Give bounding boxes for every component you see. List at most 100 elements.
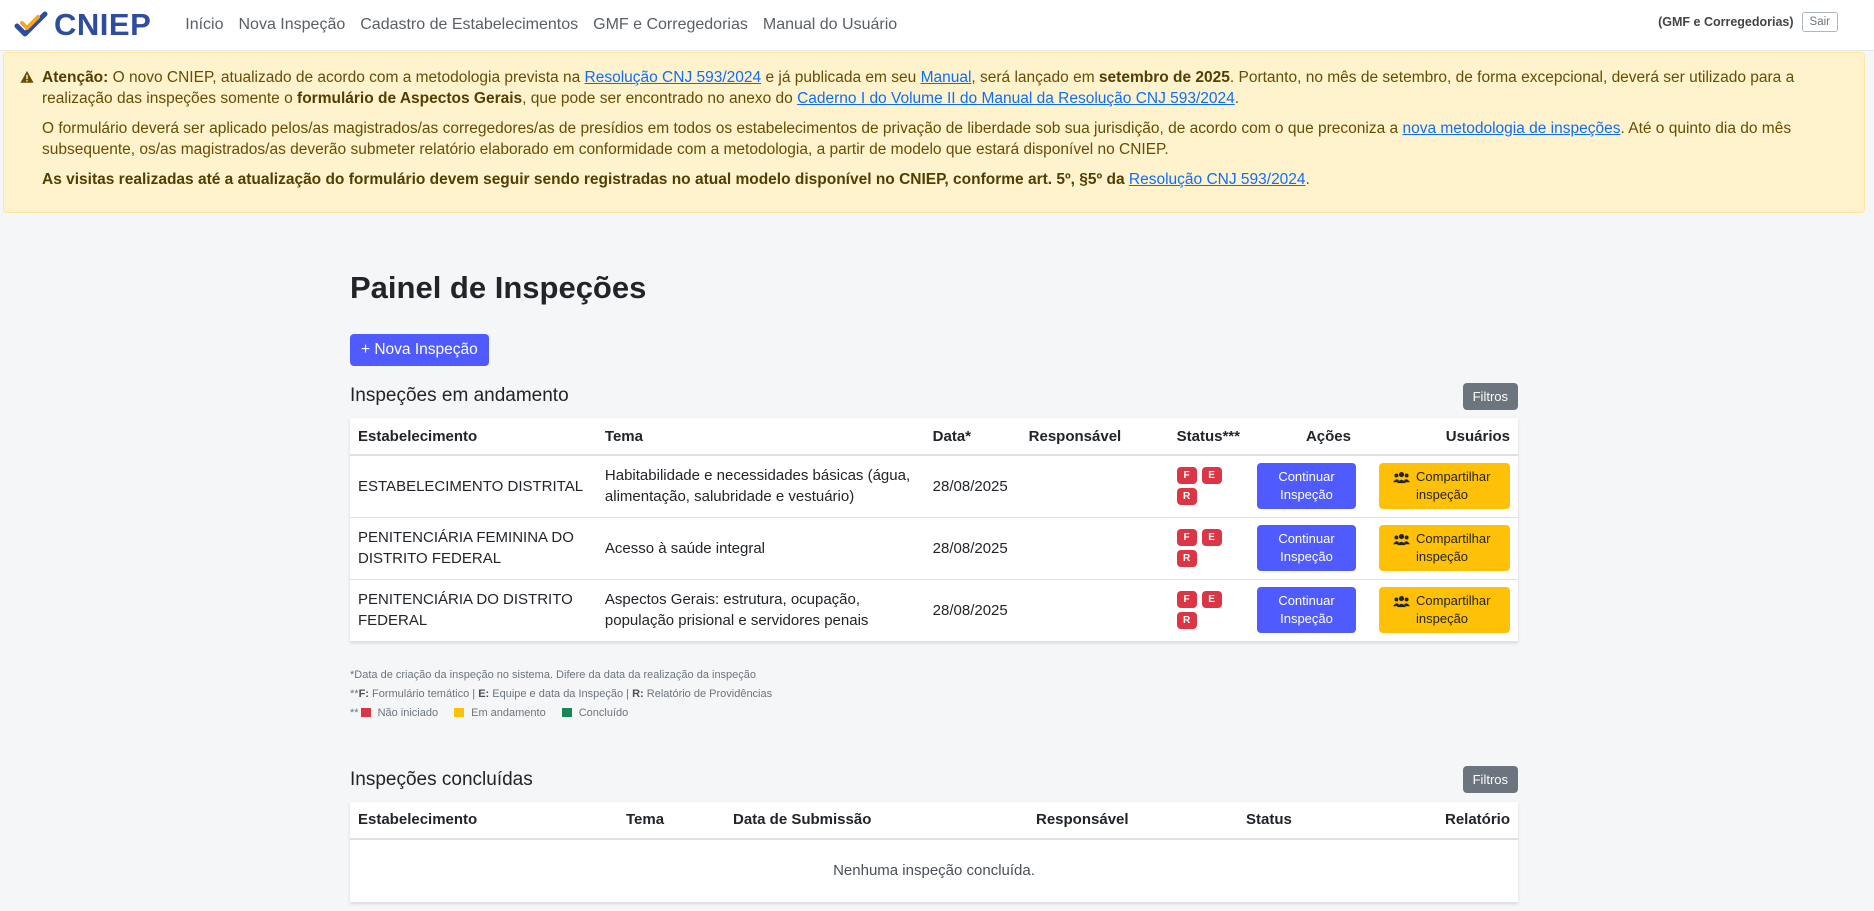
- nav-link-cadastro[interactable]: Cadastro de Estabelecimentos: [360, 16, 578, 34]
- nav-link-gmf[interactable]: GMF e Corregedorias: [593, 16, 748, 34]
- share-label: Compartilhar inspeção: [1416, 531, 1491, 564]
- footnote-prefix: **: [350, 706, 359, 719]
- alert-bold: setembro de 2025: [1098, 69, 1230, 86]
- share-inspection-button[interactable]: Compartilhar inspeção: [1379, 525, 1510, 571]
- col-data[interactable]: Data*: [924, 418, 1021, 456]
- status-swatch-yellow: [454, 707, 465, 717]
- alert-paragraph-2: O formulário deverá ser aplicado pelos/a…: [42, 118, 1834, 160]
- cell-data: 28/08/2025: [924, 579, 1021, 642]
- page-title: Painel de Inspeções: [350, 270, 647, 305]
- share-label: Compartilhar inspeção: [1416, 469, 1491, 503]
- footnote-prefix: **: [350, 687, 359, 700]
- cell-estabelecimento: PENITENCIÁRIA DO DISTRITO FEDERAL: [350, 579, 597, 642]
- ongoing-title: Inspeções em andamento: [350, 385, 569, 406]
- col-responsavel[interactable]: Responsável: [1020, 418, 1169, 456]
- ongoing-filter-button[interactable]: Filtros: [1462, 382, 1518, 410]
- announcement-alert: Atenção: O novo CNIEP, atualizado de aco…: [3, 52, 1865, 213]
- caderno-link[interactable]: Caderno I do Volume II do Manual da Reso…: [797, 90, 1235, 107]
- footnote-text: Equipe e data da Inspeção |: [489, 687, 633, 700]
- col-relatorio: Relatório: [1388, 801, 1518, 840]
- cell-tema: Aspectos Gerais: estrutura, ocupação, po…: [596, 579, 925, 642]
- table-row: PENITENCIÁRIA FEMININA DO DISTRITO FEDER…: [350, 517, 1518, 580]
- status-badge[interactable]: F: [1176, 529, 1197, 546]
- users-icon: [1393, 596, 1410, 608]
- footnote-text: Formulário temático |: [368, 687, 479, 700]
- ongoing-header: Inspeções em andamento Filtros: [350, 381, 1518, 411]
- footnote-key: F:: [358, 687, 369, 700]
- resolucao-link[interactable]: Resolução CNJ 593/2024: [1129, 171, 1306, 188]
- table-header-row: Estabelecimento Tema Data de Submissão R…: [350, 801, 1518, 840]
- nav-link-manual[interactable]: Manual do Usuário: [763, 16, 897, 34]
- col-status: Status: [1238, 801, 1388, 840]
- footnote-legend-keys: **F: Formulário temático | E: Equipe e d…: [350, 685, 1518, 704]
- status-badge[interactable]: E: [1201, 591, 1222, 608]
- table-row: ESTABELECIMENTO DISTRITAL Habitabilidade …: [350, 455, 1518, 518]
- manual-link[interactable]: Manual: [921, 69, 972, 86]
- share-inspection-button[interactable]: Compartilhar inspeção: [1379, 587, 1510, 633]
- cell-responsavel: [1020, 517, 1169, 580]
- col-tema[interactable]: Tema: [596, 418, 925, 456]
- cell-responsavel: [1020, 579, 1169, 642]
- completed-filter-button[interactable]: Filtros: [1462, 766, 1518, 793]
- col-acoes: Ações: [1247, 418, 1371, 456]
- cell-status: FER: [1168, 455, 1248, 518]
- cell-tema: Habitabilidade e necessidades básicas (á…: [596, 455, 925, 518]
- status-badge[interactable]: F: [1176, 591, 1197, 608]
- completed-title: Inspeções concluídas: [350, 768, 533, 790]
- alert-bold: As visitas realizadas até a atualização …: [42, 171, 1125, 188]
- status-badge[interactable]: E: [1201, 467, 1222, 485]
- legend-label: Concluído: [578, 706, 629, 719]
- warning-icon: [20, 70, 34, 83]
- legend-label: Em andamento: [471, 706, 546, 719]
- brand-logo[interactable]: CNIEP: [14, 7, 151, 43]
- status-badge[interactable]: R: [1176, 550, 1197, 567]
- status-swatch-green: [561, 707, 572, 717]
- users-icon: [1393, 472, 1410, 484]
- cell-status: FER: [1168, 579, 1248, 642]
- col-responsavel[interactable]: Responsável: [1028, 801, 1238, 840]
- new-inspection-button[interactable]: + Nova Inspeção: [350, 334, 489, 366]
- status-badge[interactable]: F: [1176, 467, 1197, 485]
- alert-bold: formulário de Aspectos Gerais: [297, 90, 523, 107]
- alert-lead: Atenção:: [42, 69, 109, 86]
- cell-responsavel: [1020, 455, 1169, 518]
- status-badge[interactable]: R: [1176, 612, 1197, 629]
- col-tema[interactable]: Tema: [618, 801, 725, 840]
- metodologia-link[interactable]: nova metodologia de inspeções: [1402, 120, 1620, 137]
- alert-paragraph-3: As visitas realizadas até a atualização …: [42, 169, 1834, 190]
- col-data-submissao[interactable]: Data de Submissão: [725, 801, 1028, 840]
- completed-table: Estabelecimento Tema Data de Submissão R…: [350, 801, 1518, 903]
- status-badge[interactable]: R: [1176, 488, 1197, 506]
- empty-message: Nenhuma inspeção concluída.: [350, 838, 1518, 903]
- table-row: PENITENCIÁRIA DO DISTRITO FEDERAL Aspecto…: [350, 579, 1518, 642]
- alert-text: e já publicada em seu: [761, 69, 921, 86]
- cell-data: 28/08/2025: [924, 517, 1021, 580]
- footnote-key: R:: [632, 687, 644, 700]
- logout-button[interactable]: Sair: [1801, 12, 1838, 32]
- nav-link-inicio[interactable]: Início: [185, 16, 223, 34]
- continue-inspection-button[interactable]: Continuar Inspeção: [1257, 525, 1356, 571]
- cell-acoes: Continuar Inspeção: [1247, 579, 1371, 642]
- check-logo-icon: [14, 11, 48, 37]
- cell-tema: Acesso à saúde integral: [596, 517, 925, 580]
- alert-text: , que pode ser encontrado no anexo do: [522, 90, 798, 107]
- main-content: Painel de Inspeções + Nova Inspeção Insp…: [350, 270, 1518, 903]
- col-estabelecimento[interactable]: Estabelecimento: [350, 801, 618, 840]
- continue-inspection-button[interactable]: Continuar Inspeção: [1257, 463, 1356, 510]
- alert-text: .: [1305, 171, 1310, 188]
- users-icon: [1393, 534, 1410, 546]
- footnote-text: Relatório de Providências: [643, 687, 773, 700]
- alert-text: O novo CNIEP, atualizado de acordo com a…: [108, 69, 585, 86]
- status-badge[interactable]: E: [1201, 529, 1222, 546]
- user-role: (GMF e Corregedorias): [1658, 15, 1794, 29]
- col-estabelecimento[interactable]: Estabelecimento: [350, 418, 597, 456]
- share-inspection-button[interactable]: Compartilhar inspeção: [1379, 463, 1510, 510]
- nav-link-nova-inspecao[interactable]: Nova Inspeção: [239, 16, 346, 34]
- resolucao-link[interactable]: Resolução CNJ 593/2024: [585, 69, 762, 86]
- status-badges: FER: [1176, 467, 1225, 506]
- status-badges: FER: [1176, 529, 1225, 567]
- col-status: Status***: [1168, 418, 1248, 456]
- continue-inspection-button[interactable]: Continuar Inspeção: [1257, 587, 1356, 633]
- empty-row: Nenhuma inspeção concluída.: [350, 838, 1518, 903]
- alert-text: O formulário deverá ser aplicado pelos/a…: [42, 120, 1403, 137]
